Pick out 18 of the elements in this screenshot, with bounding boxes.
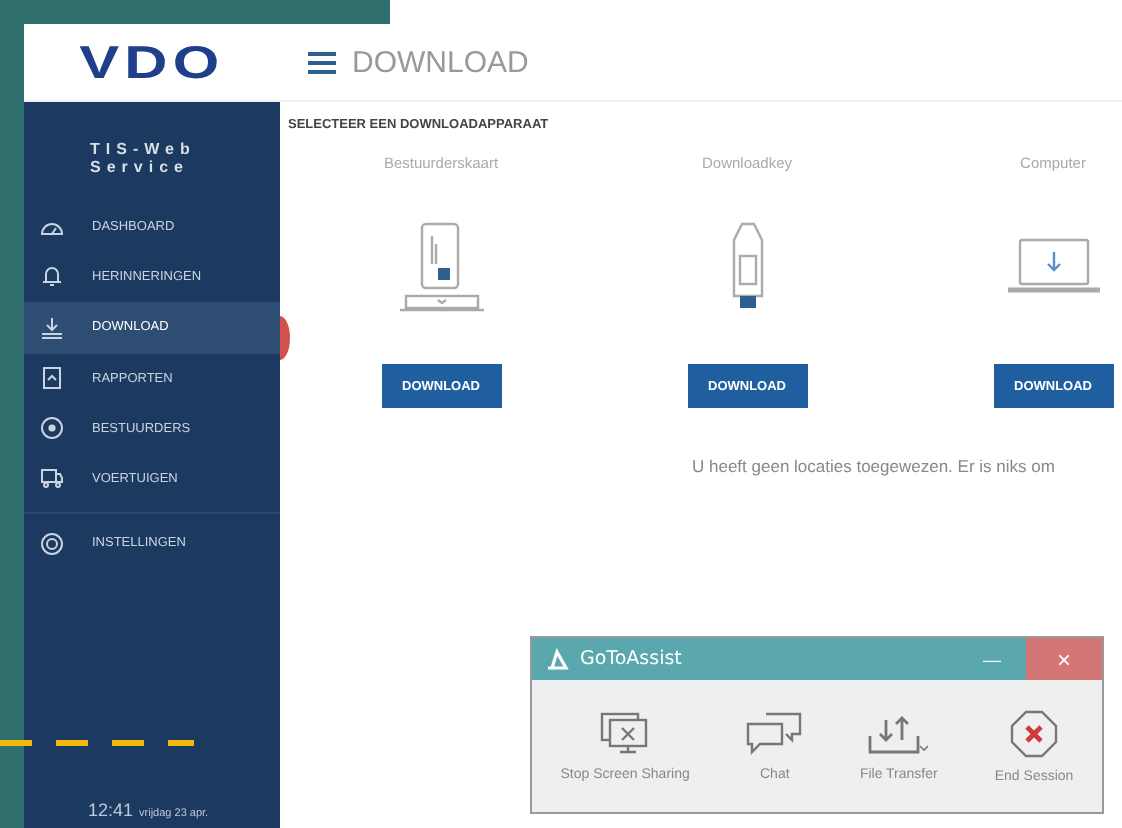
clock-time: 12:41 <box>88 800 134 820</box>
logo-icon <box>544 647 570 671</box>
download-icon <box>40 315 64 340</box>
bell-icon <box>40 264 64 289</box>
end-session-icon <box>1010 709 1059 757</box>
brand-name: TIS-Web Service <box>88 138 198 178</box>
document-icon <box>40 366 64 391</box>
settings-icon <box>40 531 64 556</box>
menu-icon[interactable] <box>308 51 336 73</box>
info-message: U heeft geen locaties toegewezen. Er is niks om <box>692 456 1057 476</box>
chat-icon <box>746 711 803 755</box>
circle-dot-icon <box>40 416 64 441</box>
monitor-icon <box>599 711 652 755</box>
vdo-logo: VDO <box>79 35 225 89</box>
window-title: GoToAssist <box>580 648 682 670</box>
page-title: DOWNLOAD <box>352 45 529 79</box>
truck-icon <box>40 466 64 491</box>
file-transfer-icon <box>868 711 929 755</box>
